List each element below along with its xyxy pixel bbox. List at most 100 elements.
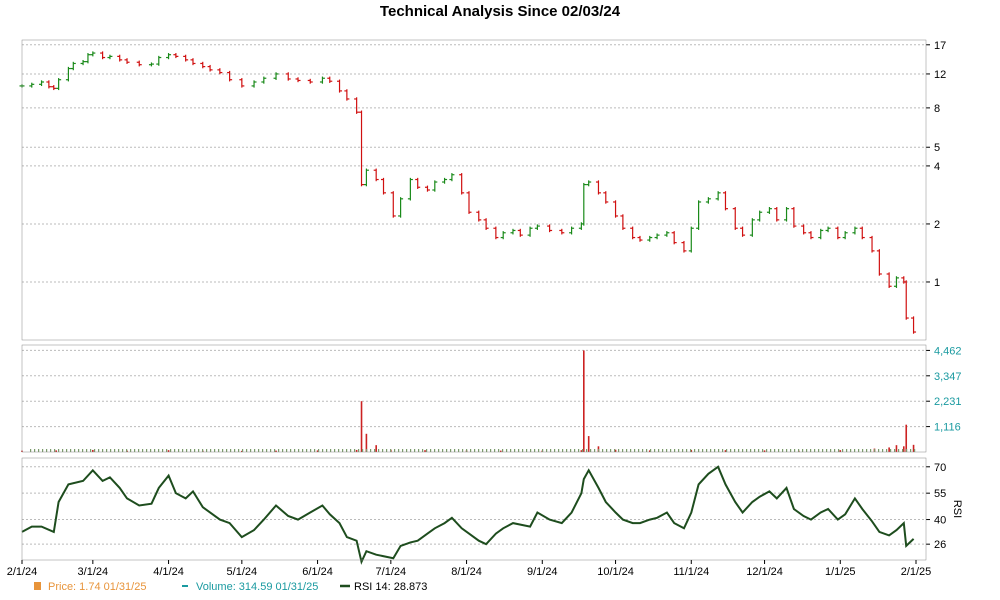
volume-bar-baseline [486,449,488,452]
volume-bar [355,449,358,452]
volume-bar-baseline [678,449,680,452]
volume-bar-baseline [846,449,848,452]
price-bar [630,226,636,240]
price-bar [671,231,677,245]
volume-bar-baseline [226,449,228,452]
price-bar [307,78,313,84]
volume-bar-baseline [302,449,304,452]
volume-bar-baseline [638,449,640,452]
volume-bar-baseline [758,449,760,452]
price-bar [90,51,96,57]
volume-bar-baseline [118,449,120,452]
price-bar [647,235,653,242]
volume-bar-baseline [386,449,388,452]
volume-bar-baseline [902,449,904,452]
volume-bar-baseline [726,449,728,452]
volume-bar-baseline [290,449,292,452]
volume-bar-baseline [106,449,108,452]
price-bar [207,64,213,72]
price-bar [527,226,533,237]
volume-bar-baseline [446,449,448,452]
volume-bar-baseline [686,449,688,452]
volume-bar-baseline [58,449,60,452]
volume-bar-baseline [38,449,40,452]
volume-bar-baseline [394,449,396,452]
price-bar [603,191,609,204]
volume-bar [839,450,842,452]
volume-bar-baseline [86,449,88,452]
rsi-panel-frame [21,457,927,561]
volume-bar-baseline [114,449,116,452]
volume-bar-baseline [518,449,520,452]
volume-bar [167,450,170,452]
volume-bar-baseline [854,449,856,452]
price-bar [722,191,728,211]
volume-bar-baseline [882,449,884,452]
volume-bar-baseline [694,449,696,452]
volume-bar-baseline [318,449,320,452]
price-bar [510,228,516,235]
price-tick-label: 2 [934,219,940,231]
price-bar [251,80,257,88]
volume-bar-baseline [70,449,72,452]
volume-bar-baseline [434,449,436,452]
price-bar [166,53,172,60]
volume-bar-baseline [374,449,376,452]
volume-tick-label: 4,462 [934,345,962,357]
volume-bar [92,449,94,452]
volume-bar-baseline [470,449,472,452]
volume-bar-baseline [866,449,868,452]
price-bar [337,79,343,93]
volume-bar-baseline [442,449,444,452]
volume-bar-baseline [786,449,788,452]
legend: Price: 1.74 01/31/25 Volume: 314.59 01/31… [34,581,427,593]
volume-bar-baseline [422,449,424,452]
volume-bar-baseline [754,449,756,452]
legend-label: Price: 1.74 01/31/25 [48,581,146,593]
price-bar [500,231,506,240]
price-bar [29,82,35,88]
x-tick-label: 4/1/24 [153,566,184,578]
volume-bar-baseline [322,449,324,452]
price-bar [852,226,858,235]
volume-bar-baseline [270,449,272,452]
volume-bar-baseline [258,449,260,452]
price-bar [696,200,702,230]
price-bar [190,58,196,66]
x-tick-label: 10/1/24 [597,566,634,578]
volume-bar-baseline [818,449,820,452]
volume-bar-baseline [82,449,84,452]
volume-bar-baseline [550,449,552,452]
price-bar [459,173,465,195]
price-bar [903,280,909,320]
volume-bar-baseline [894,449,896,452]
volume-bar [902,446,905,452]
price-bar [493,226,499,240]
price-bar [637,235,643,242]
volume-bar-baseline [286,449,288,452]
price-bar [173,53,179,59]
price-tick-label: 5 [934,142,940,154]
volume-bar-baseline [650,449,652,452]
volume-bar-baseline [182,449,184,452]
volume-bar-baseline [494,449,496,452]
price-bar [547,224,553,233]
volume-bar-baseline [126,449,128,452]
volume-bar-baseline [774,449,776,452]
volume-bar-baseline [562,449,564,452]
volume-bar-baseline [414,449,416,452]
price-bar [859,226,865,240]
price-bar [534,224,540,230]
price-bar [664,231,670,237]
volume-bar-baseline [498,449,500,452]
price-bar [569,226,575,235]
price-bar [774,207,780,222]
volume-bar-baseline [390,449,392,452]
volume-bar-baseline [738,449,740,452]
legend-label: Volume: 314.59 01/31/25 [196,581,318,593]
volume-bar-baseline [66,449,68,452]
price-bar [911,316,917,334]
price-bar [886,272,892,288]
volume-bar [587,436,590,452]
volume-bar-baseline [714,449,716,452]
